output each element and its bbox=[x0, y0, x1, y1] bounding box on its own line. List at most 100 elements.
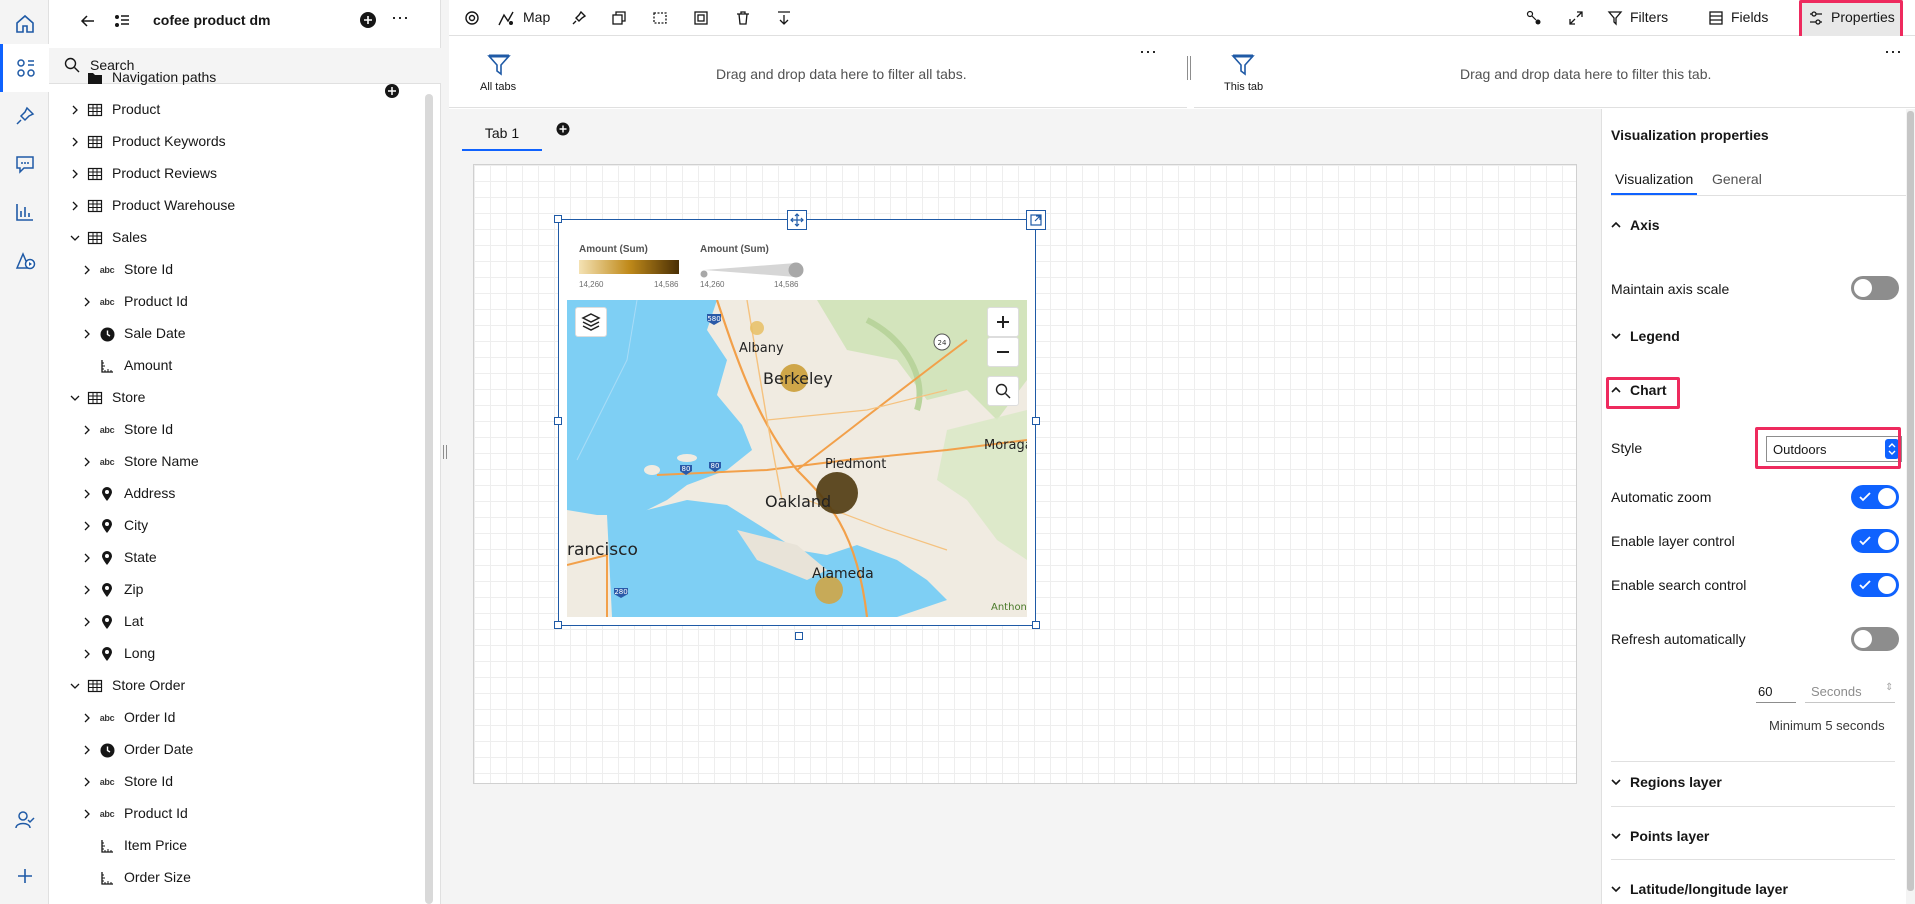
search-control-toggle[interactable] bbox=[1851, 573, 1899, 597]
map-widget[interactable]: Amount (Sum) 14,260 14,586 Amount (Sum) … bbox=[554, 210, 1046, 640]
tree-row[interactable]: abc Product Id bbox=[49, 798, 429, 830]
chevron-right-icon[interactable] bbox=[81, 616, 93, 628]
map-view[interactable]: 580 24 80 80 280 Albany Berkeley Piedmon… bbox=[567, 300, 1027, 617]
section-legend[interactable]: Legend bbox=[1611, 328, 1680, 344]
data-modules-icon[interactable] bbox=[0, 44, 49, 92]
chevron-right-icon[interactable] bbox=[81, 328, 93, 340]
chevron-right-icon[interactable] bbox=[81, 744, 93, 756]
maintain-axis-scale-toggle[interactable] bbox=[1851, 276, 1899, 300]
shapes-play-icon[interactable] bbox=[0, 236, 49, 284]
chevron-right-icon[interactable] bbox=[81, 520, 93, 532]
tree-row[interactable]: Lat bbox=[49, 606, 429, 638]
section-axis[interactable]: Axis bbox=[1611, 217, 1660, 233]
section-latlong-layer[interactable]: Latitude/longitude layer bbox=[1611, 881, 1788, 897]
tree-row[interactable]: City bbox=[49, 510, 429, 542]
tree-row[interactable]: Product Warehouse bbox=[49, 190, 429, 222]
drill-down-icon[interactable] bbox=[775, 9, 793, 27]
zoom-out-button[interactable] bbox=[987, 337, 1019, 367]
delete-icon[interactable] bbox=[734, 9, 752, 27]
chevron-right-icon[interactable] bbox=[81, 808, 93, 820]
visualization-type-button[interactable]: Map bbox=[523, 9, 550, 25]
tree-row[interactable]: State bbox=[49, 542, 429, 574]
chevron-right-icon[interactable] bbox=[69, 104, 81, 116]
tree-row[interactable]: Product Reviews bbox=[49, 158, 429, 190]
tab-visualization[interactable]: Visualization bbox=[1611, 171, 1698, 195]
filter-icon[interactable] bbox=[1606, 9, 1624, 27]
layers-icon[interactable] bbox=[575, 307, 607, 337]
all-tabs-filter[interactable]: All tabs Drag and drop data here to filt… bbox=[449, 36, 1187, 108]
section-regions-layer[interactable]: Regions layer bbox=[1611, 774, 1722, 790]
tree-row[interactable]: abc Store Name bbox=[49, 446, 429, 478]
maximize-icon[interactable] bbox=[1026, 210, 1046, 230]
chevron-down-icon[interactable] bbox=[69, 232, 81, 244]
overflow-menu-icon[interactable]: ⋯ bbox=[1884, 42, 1902, 63]
tree-row[interactable]: abc Store Id bbox=[49, 254, 429, 286]
duplicate-icon[interactable] bbox=[610, 9, 628, 27]
user-check-icon[interactable] bbox=[0, 796, 49, 844]
chevron-right-icon[interactable] bbox=[81, 584, 93, 596]
chevron-right-icon[interactable] bbox=[81, 648, 93, 660]
add-tab-icon[interactable] bbox=[556, 122, 570, 136]
tree-row[interactable]: Product bbox=[49, 94, 429, 126]
tab-1[interactable]: Tab 1 bbox=[462, 117, 542, 151]
chevron-right-icon[interactable] bbox=[81, 488, 93, 500]
tree-row[interactable]: abc Store Id bbox=[49, 414, 429, 446]
chevron-down-icon[interactable] bbox=[69, 680, 81, 692]
resize-handle[interactable] bbox=[1032, 621, 1040, 629]
add-circle-icon[interactable] bbox=[359, 11, 377, 29]
tree-row[interactable]: Order Date bbox=[49, 734, 429, 766]
tree-row[interactable]: Sales bbox=[49, 222, 429, 254]
this-tab-filter[interactable]: This tab Drag and drop data here to filt… bbox=[1194, 36, 1915, 108]
resize-handle[interactable] bbox=[554, 621, 562, 629]
back-arrow-icon[interactable] bbox=[79, 12, 97, 30]
tree-row[interactable]: Sale Date bbox=[49, 318, 429, 350]
bar-chart-icon[interactable] bbox=[0, 188, 49, 236]
layer-control-toggle[interactable] bbox=[1851, 529, 1899, 553]
chat-icon[interactable] bbox=[0, 140, 49, 188]
chevron-right-icon[interactable] bbox=[81, 424, 93, 436]
chevron-right-icon[interactable] bbox=[81, 776, 93, 788]
add-icon[interactable] bbox=[0, 852, 49, 900]
chevron-right-icon[interactable] bbox=[81, 264, 93, 276]
tree-row[interactable]: Address bbox=[49, 478, 429, 510]
pin-icon[interactable] bbox=[570, 9, 588, 27]
filters-button[interactable]: Filters bbox=[1630, 9, 1668, 25]
resize-handle[interactable] bbox=[554, 417, 562, 425]
chevron-right-icon[interactable] bbox=[81, 456, 93, 468]
tree-row[interactable]: Store Order bbox=[49, 670, 429, 702]
overflow-menu-icon[interactable]: ⋯ bbox=[391, 8, 409, 29]
resize-handle[interactable] bbox=[1032, 417, 1040, 425]
resize-handle[interactable] bbox=[795, 632, 803, 640]
properties-scrollbar[interactable] bbox=[1906, 109, 1915, 904]
add-path-icon[interactable] bbox=[384, 83, 400, 99]
chevron-down-icon[interactable] bbox=[69, 392, 81, 404]
section-points-layer[interactable]: Points layer bbox=[1611, 828, 1709, 844]
filter-splitter[interactable] bbox=[1187, 56, 1191, 80]
refresh-unit-select[interactable]: Seconds ⇕ bbox=[1805, 681, 1895, 703]
chevron-right-icon[interactable] bbox=[81, 712, 93, 724]
chevron-right-icon[interactable] bbox=[81, 296, 93, 308]
tree-row[interactable]: Product Keywords bbox=[49, 126, 429, 158]
home-icon[interactable] bbox=[0, 0, 49, 48]
visualization-type-icon[interactable] bbox=[497, 9, 515, 27]
tree-row[interactable]: Amount bbox=[49, 350, 429, 382]
chevron-right-icon[interactable] bbox=[81, 552, 93, 564]
refresh-interval-input[interactable]: 60 bbox=[1756, 681, 1796, 703]
overflow-menu-icon[interactable]: ⋯ bbox=[1139, 42, 1157, 63]
panel-splitter[interactable] bbox=[441, 0, 449, 904]
tree-scrollbar[interactable] bbox=[425, 94, 433, 904]
refresh-toggle[interactable] bbox=[1851, 627, 1899, 651]
chevron-right-icon[interactable] bbox=[69, 136, 81, 148]
tree-row[interactable]: abc Order Id bbox=[49, 702, 429, 734]
tree-row[interactable]: Navigation paths bbox=[49, 62, 429, 94]
select-area-icon[interactable] bbox=[651, 9, 669, 27]
tree-row[interactable]: Order Size bbox=[49, 862, 429, 894]
tree-row[interactable]: Zip bbox=[49, 574, 429, 606]
chevron-right-icon[interactable] bbox=[69, 168, 81, 180]
chevron-right-icon[interactable] bbox=[69, 200, 81, 212]
settings-icon[interactable] bbox=[463, 9, 481, 27]
tree-row[interactable]: Item Price bbox=[49, 830, 429, 862]
resize-handle[interactable] bbox=[554, 215, 562, 223]
group-icon[interactable] bbox=[692, 9, 710, 27]
tree-row[interactable]: abc Store Id bbox=[49, 766, 429, 798]
